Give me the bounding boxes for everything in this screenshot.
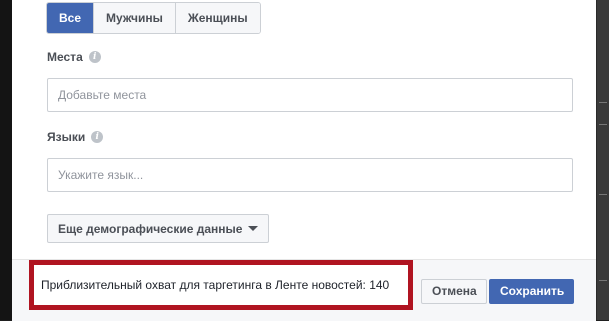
locations-label: Места: [47, 50, 83, 64]
cancel-button[interactable]: Отмена: [421, 279, 487, 304]
caret-down-icon: [248, 226, 259, 231]
info-icon[interactable]: i: [88, 51, 101, 63]
backdrop-right-edge: [597, 0, 609, 320]
more-demographics-label: Еще демографические данные: [58, 221, 243, 236]
languages-label-row: Языки i: [47, 130, 104, 144]
languages-input[interactable]: [47, 158, 573, 192]
save-button[interactable]: Сохранить: [489, 279, 574, 304]
backdrop-divider: [599, 102, 607, 103]
more-demographics-button[interactable]: Еще демографические данные: [47, 214, 270, 243]
backdrop-divider: [599, 194, 607, 195]
languages-label: Языки: [47, 130, 86, 144]
backdrop-left-edge: [0, 0, 12, 320]
estimated-reach-highlight: Приблизительный охват для таргетинга в Л…: [29, 260, 413, 310]
info-icon[interactable]: i: [91, 131, 104, 143]
backdrop-divider: [599, 124, 607, 125]
audience-dialog: Все Мужчины Женщины Места i Языки i Еще …: [12, 0, 596, 321]
backdrop-divider: [599, 280, 607, 281]
estimated-reach-text: Приблизительный охват для таргетинга в Л…: [41, 278, 390, 292]
gender-option-all[interactable]: Все: [47, 3, 94, 33]
locations-label-row: Места i: [47, 50, 101, 64]
gender-option-men[interactable]: Мужчины: [93, 3, 175, 33]
gender-selector: Все Мужчины Женщины: [46, 2, 261, 34]
locations-input[interactable]: [47, 78, 573, 112]
gender-option-women[interactable]: Женщины: [174, 3, 260, 33]
